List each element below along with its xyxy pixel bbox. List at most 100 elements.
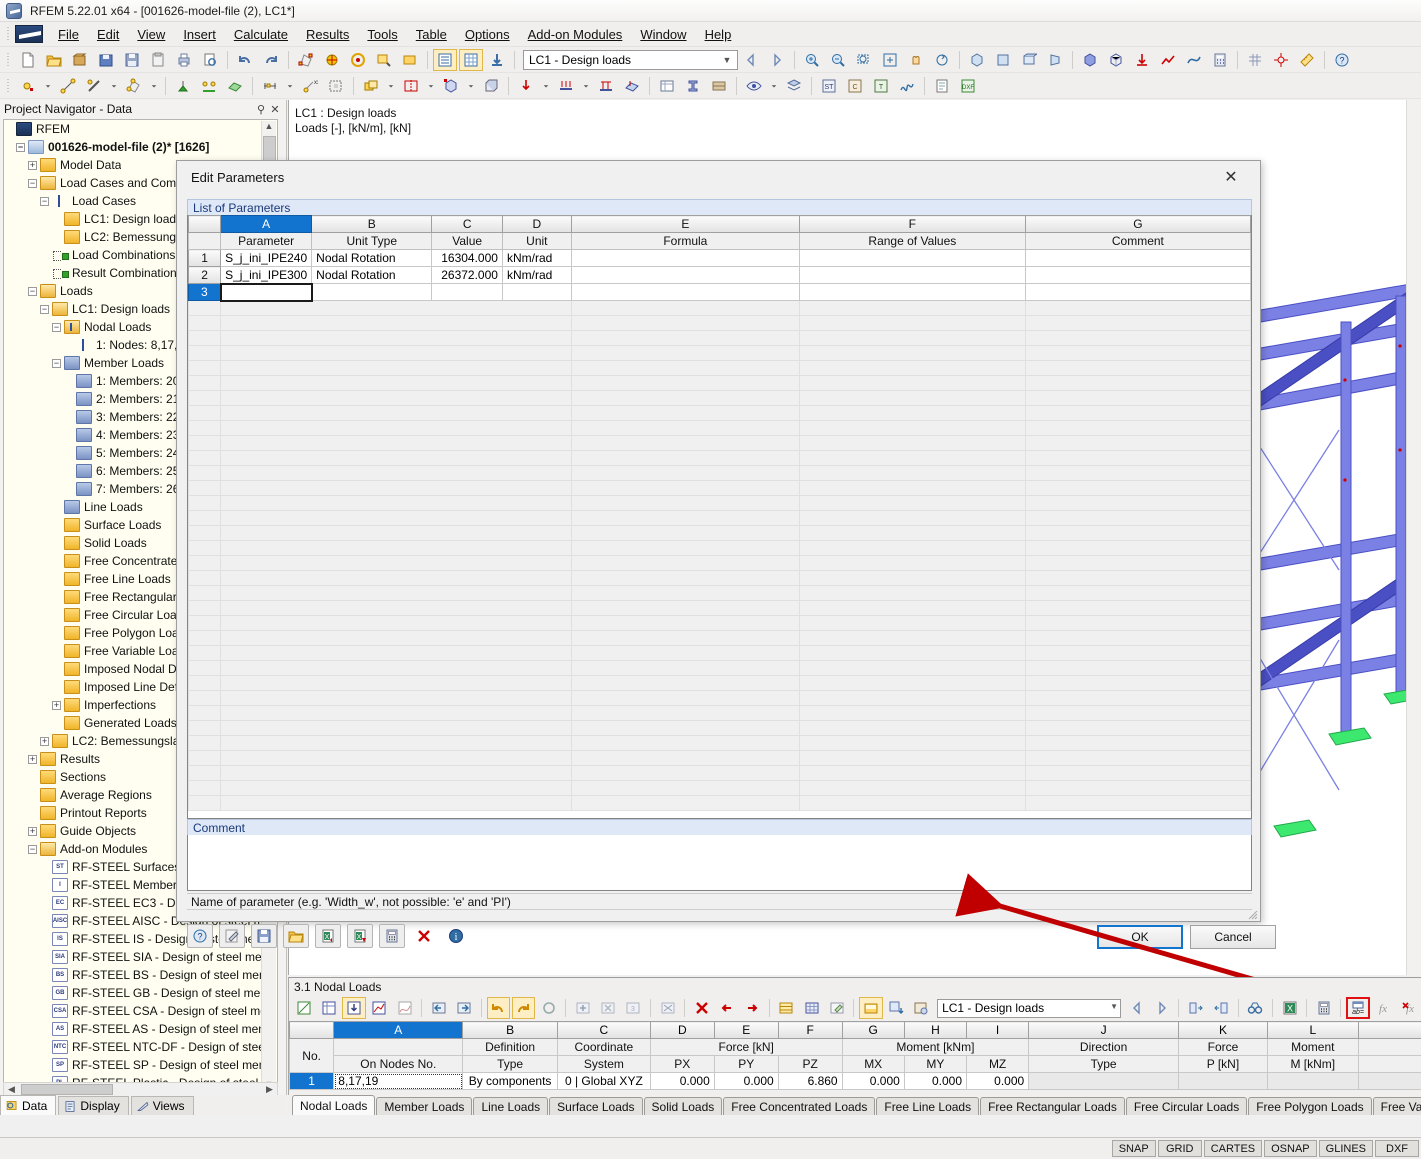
help-icon[interactable]: ? (187, 924, 213, 948)
bottom-column-header-K[interactable]: K (1178, 1022, 1267, 1039)
table-row[interactable]: 1S_j_ini_IPE240Nodal Rotation16304.000kN… (189, 250, 1251, 267)
save-icon[interactable] (120, 49, 144, 71)
bottom-column-header-J[interactable]: J (1029, 1022, 1179, 1039)
bottom-column-header-I[interactable]: I (967, 1022, 1029, 1039)
cell-py[interactable]: 0.000 (714, 1073, 778, 1090)
addon-concrete-icon[interactable]: C (843, 75, 867, 97)
cell-direction-type[interactable] (1029, 1073, 1179, 1090)
calculate-icon[interactable] (1208, 49, 1232, 71)
status-chip-cartes[interactable]: CARTES (1204, 1140, 1262, 1157)
dialog-resize-grip[interactable] (1246, 908, 1258, 920)
cell-comment[interactable] (1025, 250, 1250, 267)
row-number[interactable]: 2 (189, 267, 221, 284)
tree-item[interactable]: GBRF-STEEL GB - Design of steel members (4, 984, 262, 1002)
close-icon[interactable]: ✕ (268, 103, 282, 116)
cell-comment[interactable] (1025, 284, 1250, 301)
select-special-icon[interactable] (320, 49, 344, 71)
cell-formula[interactable] (571, 267, 799, 284)
prev-load-case-button[interactable] (739, 49, 763, 71)
import-data-icon[interactable] (485, 49, 509, 71)
load-tab-free-line-loads[interactable]: Free Line Loads (876, 1097, 979, 1115)
extrude-icon[interactable] (479, 75, 503, 97)
bottom-column-header-B[interactable]: B (463, 1022, 558, 1039)
menu-tools[interactable]: Tools (358, 24, 406, 45)
load-tab-solid-loads[interactable]: Solid Loads (644, 1097, 723, 1115)
dimension-icon[interactable] (258, 75, 282, 97)
layers-icon[interactable] (782, 75, 806, 97)
column-header-E[interactable]: E (571, 216, 799, 233)
bottom-column-header-C[interactable]: C (557, 1022, 650, 1039)
cell-parameter[interactable]: S_j_ini_IPE300 (221, 267, 312, 284)
status-chip-grid[interactable]: GRID (1158, 1140, 1202, 1157)
load-tab-free-polygon-loads[interactable]: Free Polygon Loads (1248, 1097, 1371, 1115)
expand-icon[interactable]: + (52, 701, 61, 710)
new-surface-support-icon[interactable] (223, 75, 247, 97)
cell-unit[interactable]: kNm/rad (502, 250, 571, 267)
load-tab-member-loads[interactable]: Member Loads (376, 1097, 472, 1115)
results-icon[interactable] (1156, 49, 1180, 71)
tree-item[interactable]: CSARF-STEEL CSA - Design of steel member… (4, 1002, 262, 1020)
viewport-vertical-scrollbar[interactable] (1406, 100, 1421, 975)
table-refresh-icon[interactable] (537, 997, 560, 1019)
scroll-right-icon[interactable]: ▶ (262, 1084, 277, 1095)
print-icon[interactable] (172, 49, 196, 71)
visibility-icon[interactable] (742, 75, 766, 97)
tree-item[interactable]: −001626-model-file (2)* [1626] (4, 138, 262, 156)
nodal-load-dropdown[interactable] (540, 75, 552, 97)
table-undo-icon[interactable] (487, 997, 510, 1019)
new-node-dropdown[interactable] (42, 75, 54, 97)
view-xy-icon[interactable] (991, 49, 1015, 71)
table-insert-right-icon[interactable] (741, 997, 764, 1019)
menu-help[interactable]: Help (696, 24, 741, 45)
export-dxf-icon[interactable]: DXF (956, 75, 980, 97)
zoom-in-icon[interactable] (800, 49, 824, 71)
parameters-button[interactable]: ab= (1346, 997, 1369, 1019)
mirror-dropdown[interactable] (425, 75, 437, 97)
bottom-load-case-combo[interactable]: LC1 - Design loads ▼ (937, 999, 1121, 1018)
table-results-icon[interactable] (368, 997, 391, 1019)
line-load-icon[interactable] (594, 75, 618, 97)
expand-icon[interactable]: + (40, 737, 49, 746)
table-import-icon[interactable] (885, 997, 908, 1019)
cell-unit_type[interactable] (312, 284, 432, 301)
cell-value[interactable]: 26372.000 (432, 267, 503, 284)
excel-import-icon[interactable]: X (315, 924, 341, 948)
table-next-icon[interactable] (452, 997, 475, 1019)
table-excel-icon[interactable]: X (1278, 997, 1301, 1019)
rotate-view-icon[interactable] (930, 49, 954, 71)
bottom-column-header-G[interactable]: G (842, 1022, 904, 1039)
table-row[interactable]: 3 (189, 284, 1251, 301)
chevron-down-icon[interactable]: ▼ (719, 52, 735, 68)
load-tab-free-rectangular-loads[interactable]: Free Rectangular Loads (980, 1097, 1125, 1115)
load-tab-free-concentrated-loads[interactable]: Free Concentrated Loads (723, 1097, 875, 1115)
table-row[interactable]: 2S_j_ini_IPE300Nodal Rotation26372.000kN… (189, 267, 1251, 284)
bottom-column-header-H[interactable]: H (904, 1022, 966, 1039)
info-icon[interactable]: i (443, 924, 469, 948)
tree-item[interactable]: BSRF-STEEL BS - Design of steel members (4, 966, 262, 984)
table-colors-icon[interactable] (775, 997, 798, 1019)
cell-mz[interactable]: 0.000 (967, 1073, 1029, 1090)
wireframe-icon[interactable] (1104, 49, 1128, 71)
menu-insert[interactable]: Insert (174, 24, 225, 45)
table-redo-icon[interactable] (512, 997, 535, 1019)
bottom-row-number[interactable]: 1 (290, 1073, 334, 1090)
zoom-window-icon[interactable] (852, 49, 876, 71)
rotate-model-icon[interactable] (439, 75, 463, 97)
member-load-dropdown[interactable] (580, 75, 592, 97)
pin-icon[interactable]: ⚲ (254, 103, 268, 116)
cell-definition-type[interactable]: By components (463, 1073, 558, 1090)
comment-textarea[interactable] (187, 835, 1252, 891)
surface-load-icon[interactable] (620, 75, 644, 97)
tree-item[interactable]: ASRF-STEEL AS - Design of steel members (4, 1020, 262, 1038)
new-file-icon[interactable] (16, 49, 40, 71)
row-number[interactable]: 3 (189, 284, 221, 301)
cell-range[interactable] (799, 250, 1025, 267)
menu-table[interactable]: Table (407, 24, 456, 45)
cell-my[interactable]: 0.000 (904, 1073, 966, 1090)
table-prev-icon[interactable] (427, 997, 450, 1019)
new-support-icon[interactable] (171, 75, 195, 97)
rotate-model-dropdown[interactable] (465, 75, 477, 97)
ok-button[interactable]: OK (1097, 925, 1183, 949)
nodal-load-icon[interactable] (514, 75, 538, 97)
cell-unit[interactable] (502, 284, 571, 301)
